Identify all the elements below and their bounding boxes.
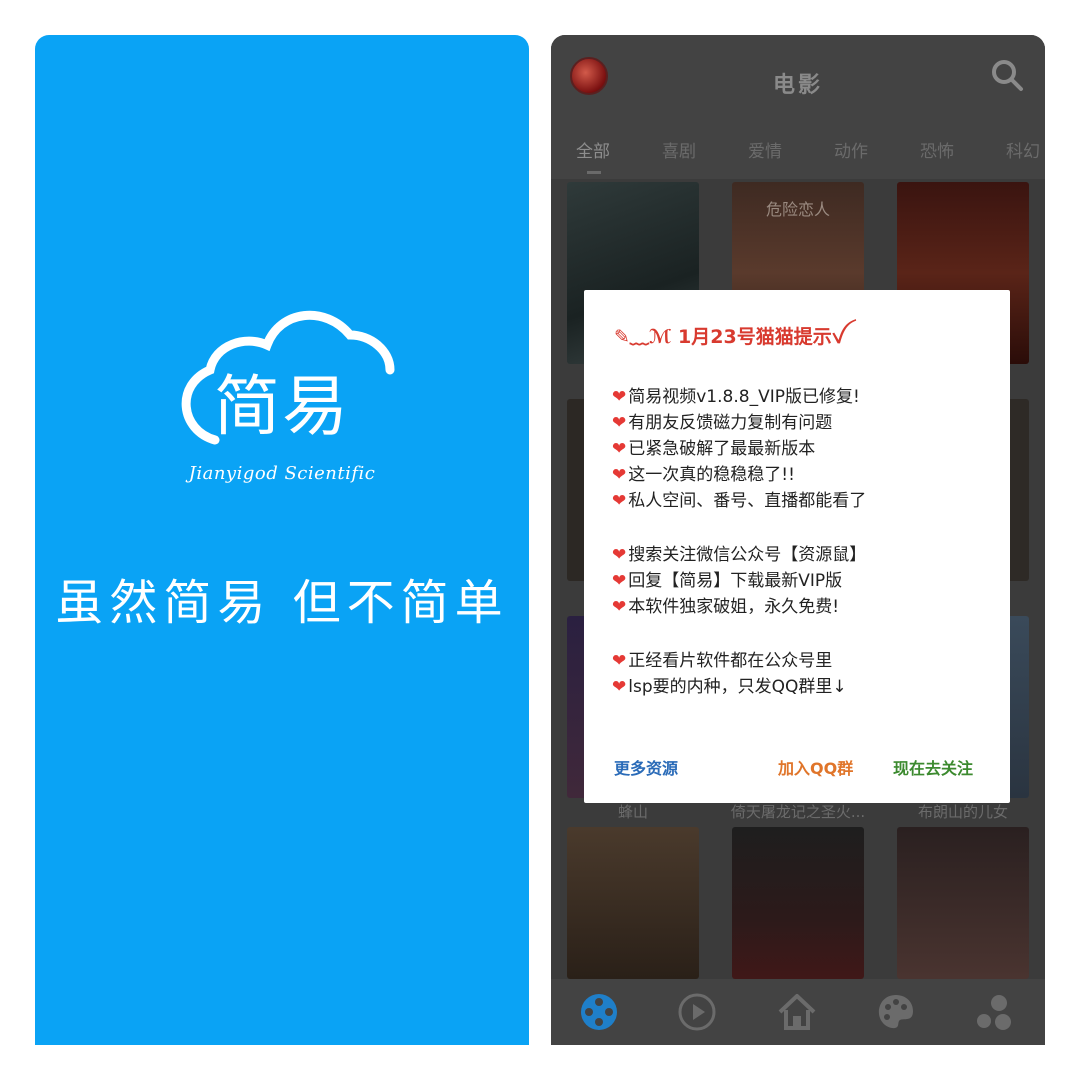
heart-icon: ❤	[612, 387, 627, 407]
dialog-line: ❤ 简易视频v1.8.8_VIP版已修复!	[612, 387, 860, 407]
heart-icon: ❤	[612, 491, 627, 511]
palette-icon[interactable]	[875, 991, 917, 1033]
play-circle-icon[interactable]	[676, 991, 718, 1033]
join-qq-group-button[interactable]: 加入QQ群	[778, 755, 853, 779]
heart-icon: ❤	[612, 597, 627, 617]
app-screen: 电影 全部 喜剧 爱情 动作 恐怖 科幻 危险恋人 蜂山 倚天屠龙记之圣火...…	[551, 35, 1045, 1045]
announcement-dialog: ✎﹏ℳ 1月23号猫猫提示ꪜ ❤ 简易视频v1.8.8_VIP版已修复! ❤ 有朋友…	[584, 290, 1010, 803]
splash-screen: 简易 Jianyigod Scientific 虽然简易 但不简单	[35, 35, 529, 1045]
heart-icon: ❤	[612, 651, 627, 671]
dialog-line: ❤ 私人空间、番号、直播都能看了	[612, 491, 867, 511]
tab-romance[interactable]: 爱情	[748, 137, 782, 162]
dialog-line: ❤ 本软件独家破姐，永久免费!	[612, 597, 840, 617]
movie-poster[interactable]	[897, 827, 1029, 979]
signature-text: Jianyigod Scientific	[188, 463, 376, 484]
poster-title: 危险恋人	[765, 200, 830, 219]
movie-caption: 蜂山	[617, 803, 648, 821]
dialog-line: ❤ 回复【简易】下载最新VIP版	[612, 571, 843, 591]
dialog-line: ❤ 已紧急破解了最最新版本	[612, 439, 816, 459]
app-header: 电影	[551, 35, 1045, 125]
movie-caption: 布朗山的儿女	[917, 803, 1008, 821]
dialog-line: ❤ 有朋友反馈磁力复制有问题	[612, 413, 833, 433]
search-icon[interactable]	[989, 57, 1025, 93]
bottom-nav	[551, 979, 1045, 1045]
more-resources-button[interactable]: 更多资源	[614, 755, 678, 779]
dialog-line: ❤ lsp要的内种，只发QQ群里↓	[612, 677, 847, 697]
heart-icon: ❤	[612, 571, 627, 591]
category-tabs: 全部 喜剧 爱情 动作 恐怖 科幻	[551, 125, 1045, 179]
page-title: 电影	[772, 73, 823, 98]
heart-icon: ❤	[612, 545, 627, 565]
dialog-line: ❤ 正经看片软件都在公众号里	[612, 651, 833, 671]
movie-caption: 倚天屠龙记之圣火...	[730, 803, 866, 821]
dialog-title: ✎﹏ℳ 1月23号猫猫提示ꪜ	[614, 326, 845, 348]
heart-icon: ❤	[612, 413, 627, 433]
heart-icon: ❤	[612, 677, 627, 697]
heart-icon: ❤	[612, 439, 627, 459]
logo-text: 简易	[214, 368, 350, 445]
tab-scifi[interactable]: 科幻	[1006, 137, 1040, 162]
tab-indicator	[587, 171, 601, 174]
dialog-line: ❤ 这一次真的稳稳稳了!!	[612, 465, 795, 485]
home-icon[interactable]	[776, 991, 818, 1033]
dots-icon[interactable]	[973, 991, 1015, 1033]
follow-now-button[interactable]: 现在去关注	[893, 755, 973, 779]
dialog-line: ❤ 搜索关注微信公众号【资源鼠】	[612, 545, 867, 565]
tab-horror[interactable]: 恐怖	[920, 137, 954, 162]
slogan-text: 虽然简易 但不简单	[55, 575, 509, 631]
tab-all[interactable]: 全部	[576, 137, 610, 162]
movie-poster[interactable]	[567, 827, 699, 979]
tab-action[interactable]: 动作	[834, 137, 868, 162]
film-reel-icon[interactable]	[578, 991, 620, 1033]
movie-poster[interactable]	[732, 827, 864, 979]
tab-comedy[interactable]: 喜剧	[662, 137, 696, 162]
heart-icon: ❤	[612, 465, 627, 485]
